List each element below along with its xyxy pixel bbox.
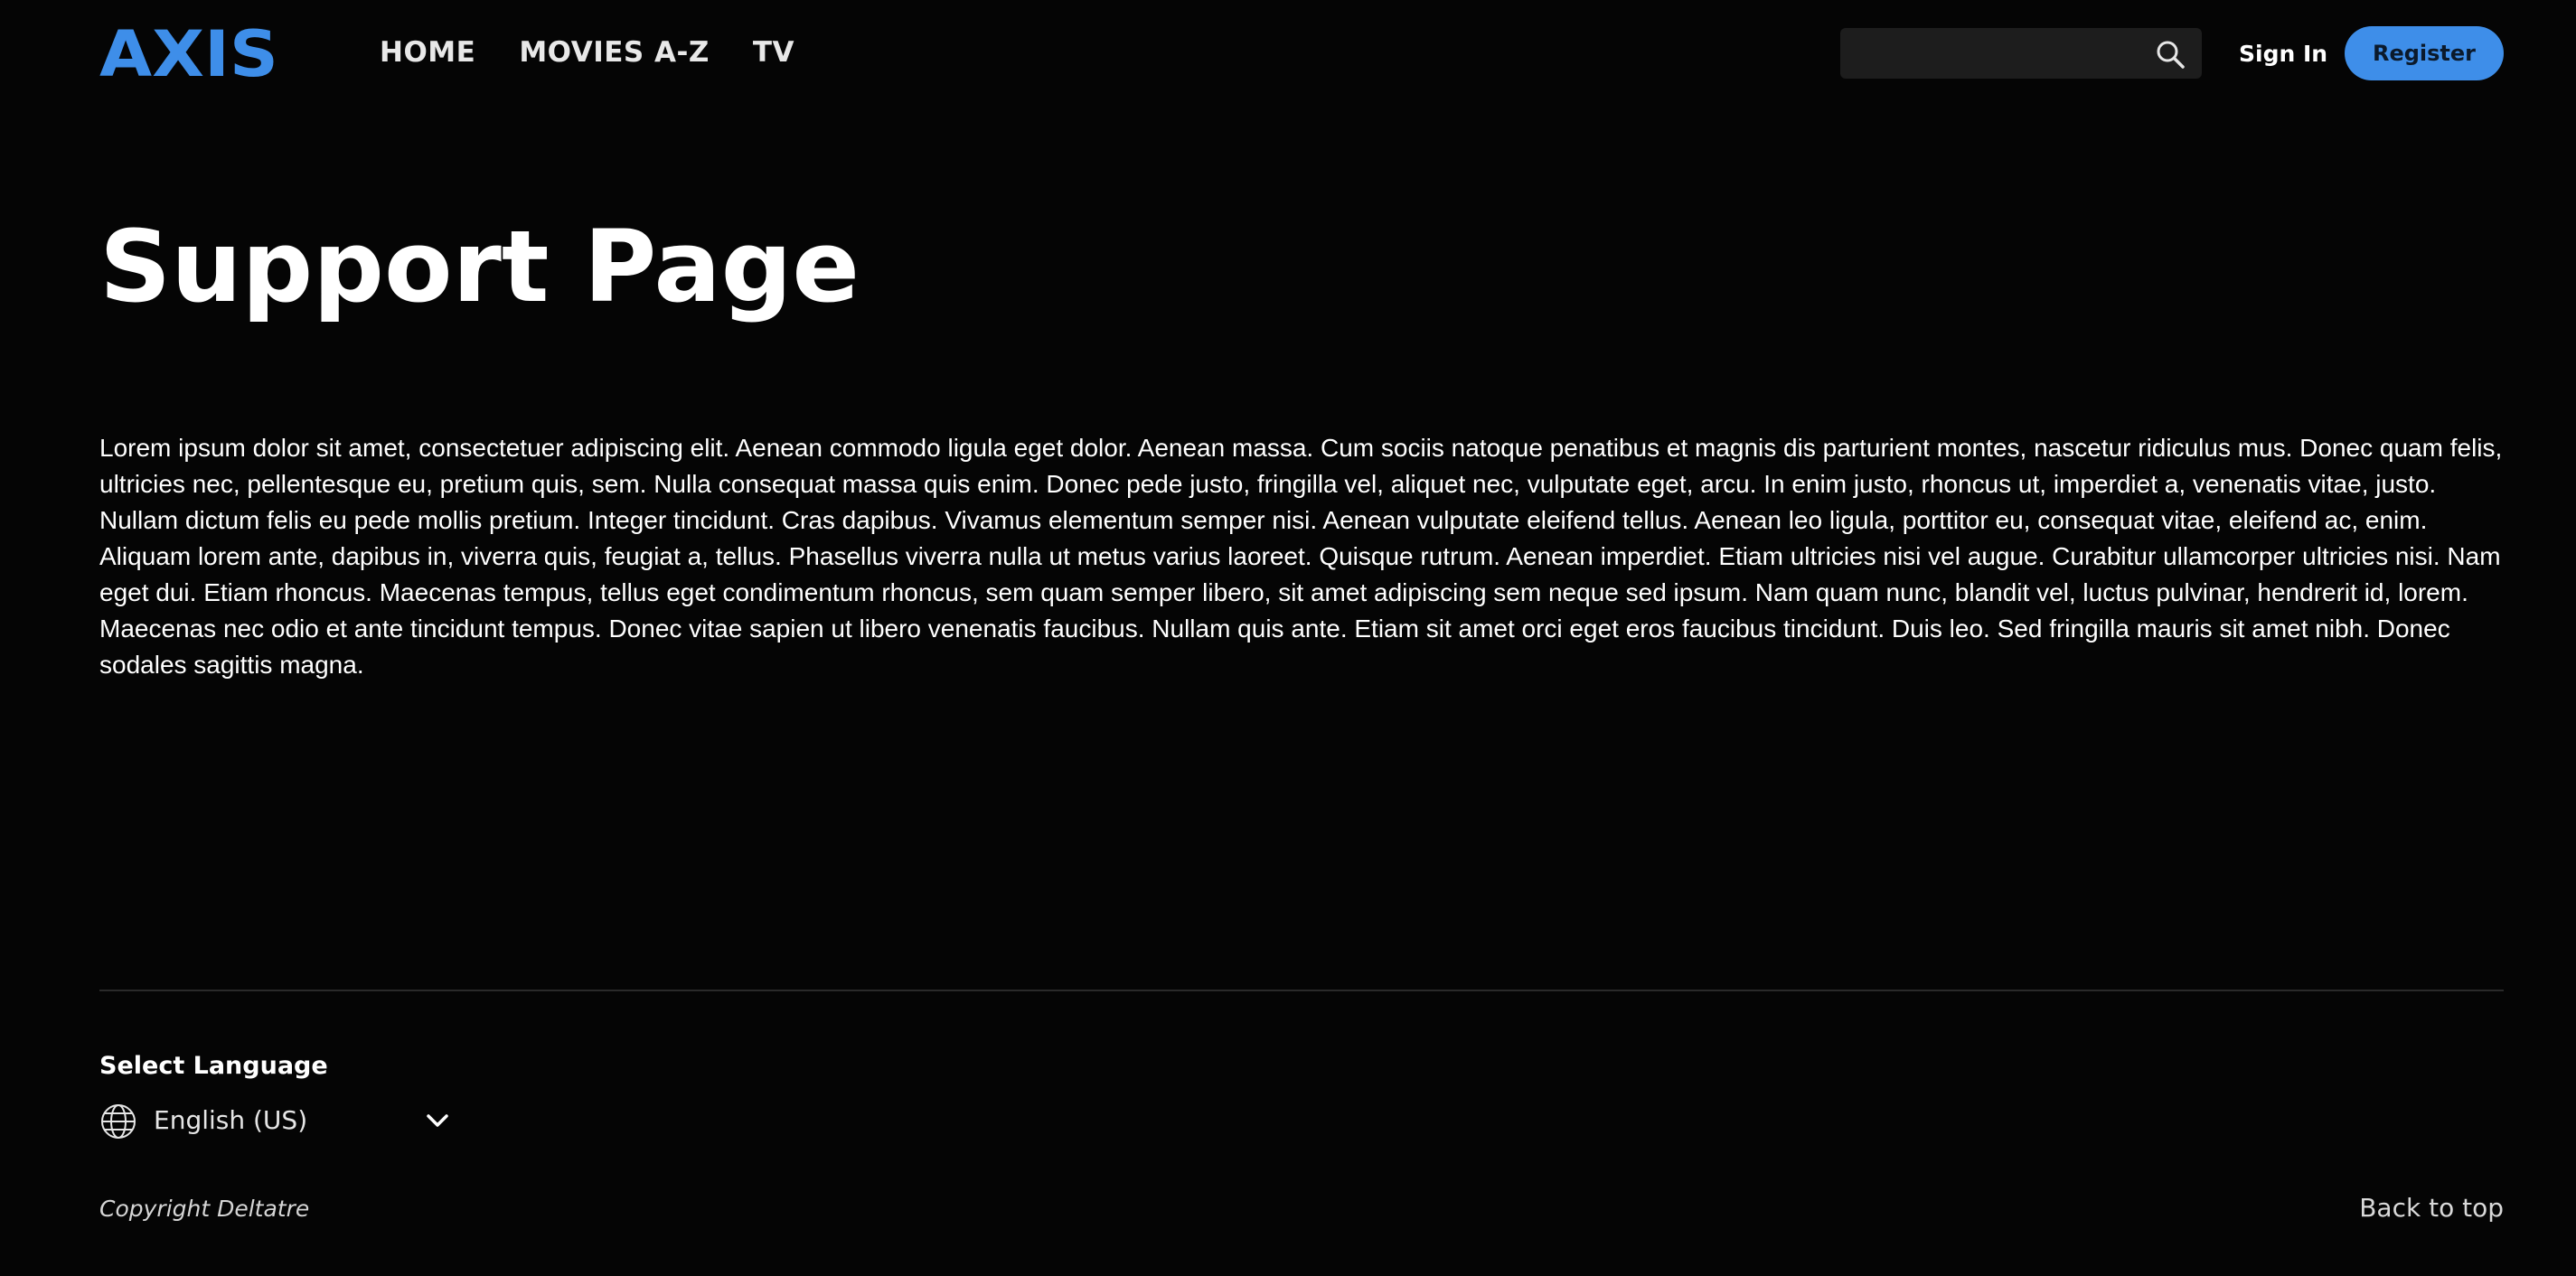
support-body-text: Lorem ipsum dolor sit amet, consectetuer… <box>99 434 2503 679</box>
search-box <box>1840 28 2202 79</box>
nav-item-home[interactable]: HOME <box>380 33 475 72</box>
sign-in-link[interactable]: Sign In <box>2239 34 2327 74</box>
main-nav: HOME MOVIES A-Z TV <box>380 33 794 72</box>
globe-icon <box>101 1104 136 1139</box>
axis-logo[interactable]: AXIS <box>99 25 280 81</box>
language-heading: Select Language <box>99 1052 328 1080</box>
page-title: Support Page <box>99 209 860 324</box>
nav-item-tv[interactable]: TV <box>753 33 794 72</box>
register-button[interactable]: Register <box>2345 26 2504 80</box>
footer-divider <box>99 990 2504 991</box>
back-to-top-link[interactable]: Back to top <box>2359 1189 2504 1227</box>
page: AXIS HOME MOVIES A-Z TV Sign In Register… <box>99 0 2504 1276</box>
nav-item-movies-a-z[interactable]: MOVIES A-Z <box>519 33 710 72</box>
search-input[interactable] <box>1840 28 2129 79</box>
language-select[interactable]: English (US) <box>99 1101 456 1140</box>
language-value: English (US) <box>154 1105 308 1135</box>
search-icon[interactable] <box>2155 39 2186 70</box>
chevron-down-icon[interactable] <box>425 1110 450 1131</box>
site-header: AXIS HOME MOVIES A-Z TV Sign In Register <box>99 0 2504 107</box>
copyright-text: Copyright Deltatre <box>99 1196 310 1222</box>
logo-text: AXIS <box>99 25 278 81</box>
